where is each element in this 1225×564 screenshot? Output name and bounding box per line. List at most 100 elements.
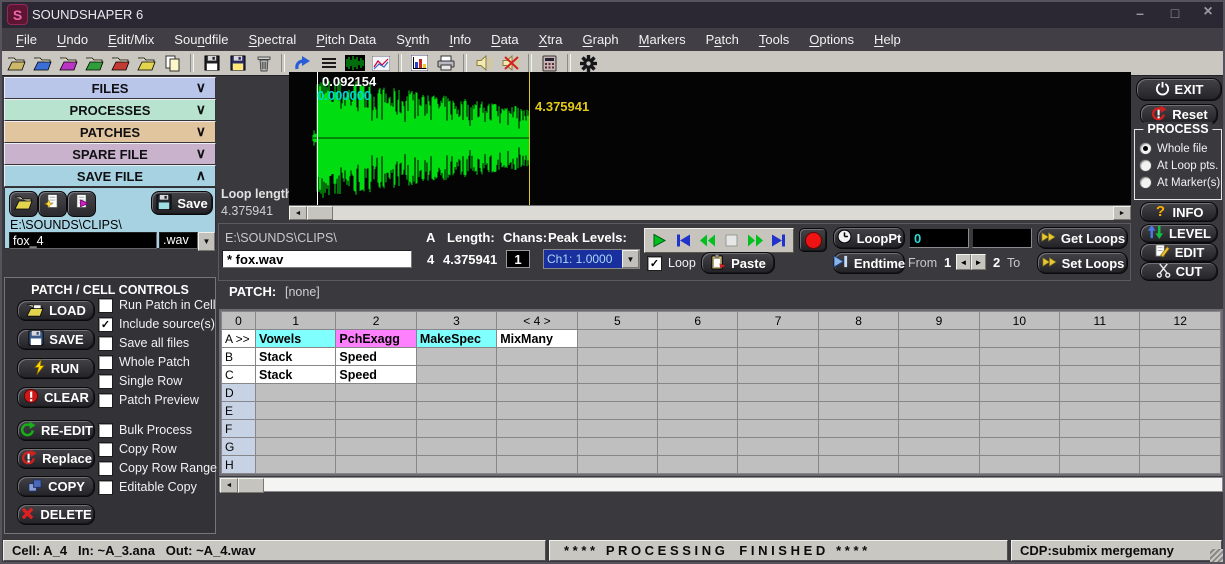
grid-cell[interactable] [577, 366, 657, 384]
process-option-at-marker-s[interactable]: At Marker(s) [1139, 174, 1221, 191]
process-option-whole-file[interactable]: Whole file [1139, 140, 1221, 157]
grid-cell[interactable] [1140, 456, 1221, 474]
menu-file[interactable]: File [6, 30, 47, 49]
grid-cell[interactable] [577, 330, 657, 348]
grid-cell[interactable] [256, 438, 336, 456]
grid-cell[interactable]: Vowels [256, 330, 336, 348]
current-file-input[interactable] [222, 250, 412, 268]
grid-cell[interactable] [818, 420, 898, 438]
grid-cell[interactable] [577, 402, 657, 420]
menu-options[interactable]: Options [799, 30, 864, 49]
whole-patch-checkbox[interactable]: Whole Patch [98, 354, 216, 370]
radio-icon[interactable] [1139, 142, 1152, 155]
grid-column-header[interactable]: 6 [658, 312, 738, 330]
patch-preview-checkbox[interactable]: Patch Preview [98, 392, 216, 408]
grid-cell[interactable] [256, 456, 336, 474]
peak-dropdown-button[interactable]: ▼ [622, 250, 639, 268]
grid-cell[interactable]: Speed [336, 348, 416, 366]
grid-cell[interactable] [1060, 438, 1140, 456]
grid-column-header[interactable]: < 4 > [497, 312, 577, 330]
menu-undo[interactable]: Undo [47, 30, 98, 49]
grid-cell[interactable] [1060, 366, 1140, 384]
grid-cell[interactable] [416, 456, 496, 474]
process-option-at-loop-pts[interactable]: At Loop pts. [1139, 157, 1221, 174]
grid-column-header[interactable]: 5 [577, 312, 657, 330]
checkbox-box[interactable] [98, 374, 113, 389]
grid-cell[interactable] [979, 420, 1059, 438]
grid-cell[interactable] [658, 330, 738, 348]
grid-cell[interactable] [497, 348, 577, 366]
grid-cell[interactable] [899, 384, 979, 402]
peak-level-dropdown[interactable]: Ch1: 1.0000 ▼ [543, 249, 640, 269]
grid-cell[interactable] [1140, 438, 1221, 456]
speaker-icon[interactable] [473, 53, 496, 74]
grid-cell[interactable] [336, 384, 416, 402]
grid-cell[interactable] [1060, 456, 1140, 474]
grid-cell[interactable] [497, 438, 577, 456]
grid-cell[interactable] [416, 366, 496, 384]
grid-row-header[interactable]: D [222, 384, 256, 402]
undo-icon[interactable] [291, 53, 314, 74]
menu-spectral[interactable]: Spectral [239, 30, 307, 49]
grid-cell[interactable]: MakeSpec [416, 330, 496, 348]
close-button[interactable]: × [1196, 3, 1220, 21]
checkbox-box[interactable]: ✓ [647, 256, 662, 271]
waveform-scrollbar[interactable]: ◄ ► [289, 205, 1131, 220]
loop-checkbox[interactable]: ✓ Loop [647, 255, 696, 271]
grid-cell[interactable] [979, 384, 1059, 402]
grid-cell[interactable] [738, 456, 818, 474]
grid-cell[interactable] [1140, 420, 1221, 438]
grid-column-header[interactable]: 1 [256, 312, 336, 330]
load-button[interactable]: LOAD [17, 300, 95, 321]
grid-column-header[interactable]: 8 [818, 312, 898, 330]
menu-pitch-data[interactable]: Pitch Data [306, 30, 386, 49]
open-green-icon[interactable] [83, 53, 106, 74]
checkbox-box[interactable] [98, 442, 113, 457]
grid-cell[interactable] [899, 402, 979, 420]
menu-xtra[interactable]: Xtra [529, 30, 573, 49]
section-files[interactable]: FILES∨ [4, 77, 216, 99]
radio-icon[interactable] [1139, 176, 1152, 189]
grid-row-header[interactable]: E [222, 402, 256, 420]
resize-grip[interactable] [1210, 549, 1224, 563]
section-processes[interactable]: PROCESSES∨ [4, 99, 216, 121]
grid-cell[interactable] [738, 348, 818, 366]
grid-cell[interactable] [899, 456, 979, 474]
menu-markers[interactable]: Markers [629, 30, 696, 49]
run-patch-in-cell-checkbox[interactable]: Run Patch in Cell [98, 297, 216, 313]
looppt-button[interactable]: LoopPt [833, 227, 905, 249]
grid-row-header[interactable]: B [222, 348, 256, 366]
grid-cell[interactable] [336, 438, 416, 456]
calculator-icon[interactable] [538, 53, 561, 74]
scroll-left-icon[interactable]: ◄ [220, 478, 238, 493]
skip-to-end-button[interactable] [768, 232, 790, 249]
grid-row-header[interactable]: A >> [222, 330, 256, 348]
grid-cell[interactable] [497, 420, 577, 438]
menu-data[interactable]: Data [481, 30, 528, 49]
loop-end-field[interactable] [972, 228, 1032, 248]
grid-cell[interactable] [899, 438, 979, 456]
run-button[interactable]: RUN [17, 358, 95, 379]
open-blue-icon[interactable] [31, 53, 54, 74]
save-icon[interactable] [200, 53, 223, 74]
grid-cell[interactable] [658, 384, 738, 402]
grid-cell[interactable] [738, 366, 818, 384]
open-yellow-icon[interactable] [135, 53, 158, 74]
info-button[interactable]: ? INFO [1140, 202, 1218, 222]
loop-start-field[interactable]: 0 [909, 228, 969, 248]
new-file-button[interactable] [38, 191, 67, 217]
grid-cell[interactable] [1140, 330, 1221, 348]
menu-patch[interactable]: Patch [696, 30, 749, 49]
end-marker-line[interactable] [529, 72, 530, 205]
grid-cell[interactable] [1060, 348, 1140, 366]
grid-cell[interactable] [979, 348, 1059, 366]
grid-cell[interactable] [818, 330, 898, 348]
grid-corner-header[interactable]: 0 [222, 312, 256, 330]
grid-cell[interactable] [1060, 384, 1140, 402]
grid-cell[interactable]: Stack [256, 348, 336, 366]
menu-graph[interactable]: Graph [572, 30, 628, 49]
section-save-file[interactable]: SAVE FILE∧ [4, 165, 216, 187]
save-all-files-checkbox[interactable]: Save all files [98, 335, 216, 351]
open-tan-icon[interactable] [5, 53, 28, 74]
grid-cell[interactable] [899, 366, 979, 384]
